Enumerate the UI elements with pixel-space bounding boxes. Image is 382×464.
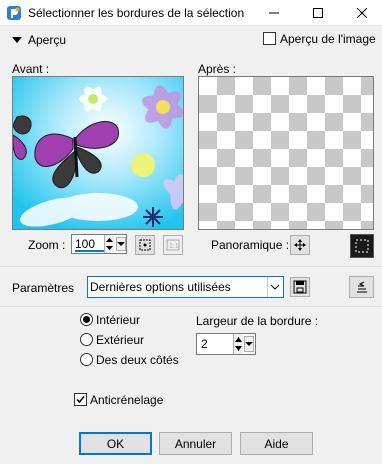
both-sides-label[interactable]: Des deux côtés [96, 353, 179, 367]
inside-radio[interactable] [80, 313, 93, 326]
selection-preview-button[interactable] [350, 234, 374, 258]
chevron-down-icon [270, 284, 280, 290]
title-bar: Sélectionner les bordures de la sélectio… [0, 0, 382, 26]
border-width-field[interactable]: 2 [196, 333, 256, 355]
separator-top [0, 266, 382, 267]
border-width-dropdown-button[interactable] [244, 336, 254, 352]
close-button[interactable] [342, 0, 382, 26]
save-preset-button[interactable] [290, 277, 310, 297]
after-preview[interactable] [198, 76, 374, 230]
show-on-image-checkbox[interactable] [263, 32, 276, 45]
after-label: Après : [198, 62, 237, 76]
reset-icon [356, 281, 367, 293]
presets-dropdown-arrow[interactable] [267, 277, 283, 297]
before-preview[interactable] [12, 76, 184, 230]
border-width-label: Largeur de la bordure : [196, 314, 319, 328]
window-title: Sélectionner les bordures de la sélectio… [28, 6, 245, 20]
preview-toggle-label: Aperçu [28, 33, 67, 47]
zoom-dropdown-button[interactable] [116, 237, 126, 251]
marquee-selection-icon [355, 239, 369, 253]
border-width-value: 2 [201, 337, 208, 351]
reset-defaults-button[interactable] [349, 276, 374, 298]
presets-label: Paramètres [12, 281, 75, 295]
app-logo-icon [7, 6, 21, 20]
minimize-icon [269, 12, 279, 14]
fit-to-window-button[interactable] [135, 235, 155, 255]
cancel-button[interactable]: Annuler [159, 432, 232, 455]
zoom-label: Zoom : [28, 238, 66, 252]
chevron-down-icon [117, 242, 125, 246]
spin-down-icon [235, 346, 242, 351]
spin-down-icon [106, 246, 113, 250]
save-icon [293, 280, 307, 294]
spin-up-icon [235, 337, 242, 342]
presets-dropdown[interactable]: Dernières options utilisées [87, 276, 284, 298]
cancel-label: Annuler [174, 436, 217, 451]
actual-size-button: 1:1 [163, 235, 183, 255]
show-on-image-label[interactable]: Aperçu de l'image [280, 32, 376, 46]
actual-size-icon: 1:1 [166, 239, 180, 251]
separator-mid [0, 306, 382, 307]
fit-window-icon [139, 239, 151, 251]
border-width-spinner[interactable] [233, 334, 243, 354]
pan-label: Panoramique : [211, 238, 290, 252]
zoom-field[interactable]: 100 [71, 234, 127, 254]
zoom-focus-underline [75, 250, 105, 252]
zoom-value: 100 [75, 237, 96, 251]
close-icon [357, 8, 367, 18]
preview-toggle[interactable]: Aperçu [10, 32, 80, 48]
minimize-button[interactable] [254, 0, 294, 26]
inside-label[interactable]: Intérieur [96, 313, 140, 327]
both-sides-radio[interactable] [80, 353, 93, 366]
outside-label[interactable]: Extérieur [96, 333, 144, 347]
maximize-button[interactable] [298, 0, 338, 26]
antialias-checkbox[interactable] [74, 393, 87, 406]
before-preview-image [13, 77, 183, 229]
collapse-triangle-icon [12, 37, 22, 43]
presets-selected: Dernières options utilisées [90, 280, 231, 294]
ok-label: OK [106, 436, 125, 451]
move-arrows-icon [294, 239, 306, 251]
chevron-down-icon [245, 342, 253, 346]
checkmark-icon [76, 396, 85, 404]
antialias-label[interactable]: Anticrénelage [90, 393, 163, 407]
before-label: Avant : [12, 62, 50, 76]
svg-text:1:1: 1:1 [169, 243, 179, 250]
pan-button[interactable] [290, 235, 310, 255]
outside-radio[interactable] [80, 333, 93, 346]
ok-button[interactable]: OK [79, 432, 152, 455]
help-button[interactable]: Aide [240, 432, 313, 455]
help-label: Aide [264, 436, 289, 451]
zoom-spinner[interactable] [104, 235, 114, 253]
spin-up-icon [106, 238, 113, 242]
maximize-icon [313, 8, 323, 18]
